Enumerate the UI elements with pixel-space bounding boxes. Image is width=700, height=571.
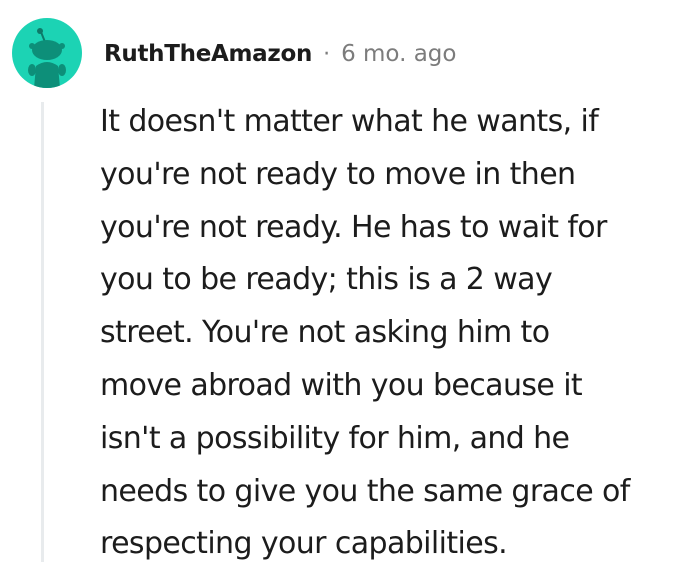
comment-body-line: respecting your capabilities. [100,526,508,562]
meta-separator: · [323,41,331,67]
comment-body-line: It doesn't matter what he wants, if [100,104,599,139]
comment-body-line: move abroad with you because it [100,367,583,403]
comment-body-line: needs to give you the same grace of [100,473,630,509]
comment-body-line: you're not ready. He has to wait for [100,209,607,245]
comment: RuthTheAmazon · 6 mo. ago It doesn't mat… [0,0,700,562]
comment-body-line: you're not ready to move in then [100,156,576,192]
comment-body-line: street. You're not asking him to [100,315,550,351]
reddit-snoo-avatar-icon [28,28,66,88]
comment-meta: RuthTheAmazon · 6 mo. ago [104,34,456,74]
avatar[interactable] [12,18,82,88]
comment-body: It doesn't matter what he wants, if you'… [100,96,690,571]
comment-timestamp[interactable]: 6 mo. ago [341,41,456,67]
comment-body-line: you to be ready; this is a 2 way [100,262,553,298]
comment-body-line: isn't a possibility for him, and he [100,420,570,456]
author-username[interactable]: RuthTheAmazon [104,41,312,67]
thread-line[interactable] [41,102,44,562]
